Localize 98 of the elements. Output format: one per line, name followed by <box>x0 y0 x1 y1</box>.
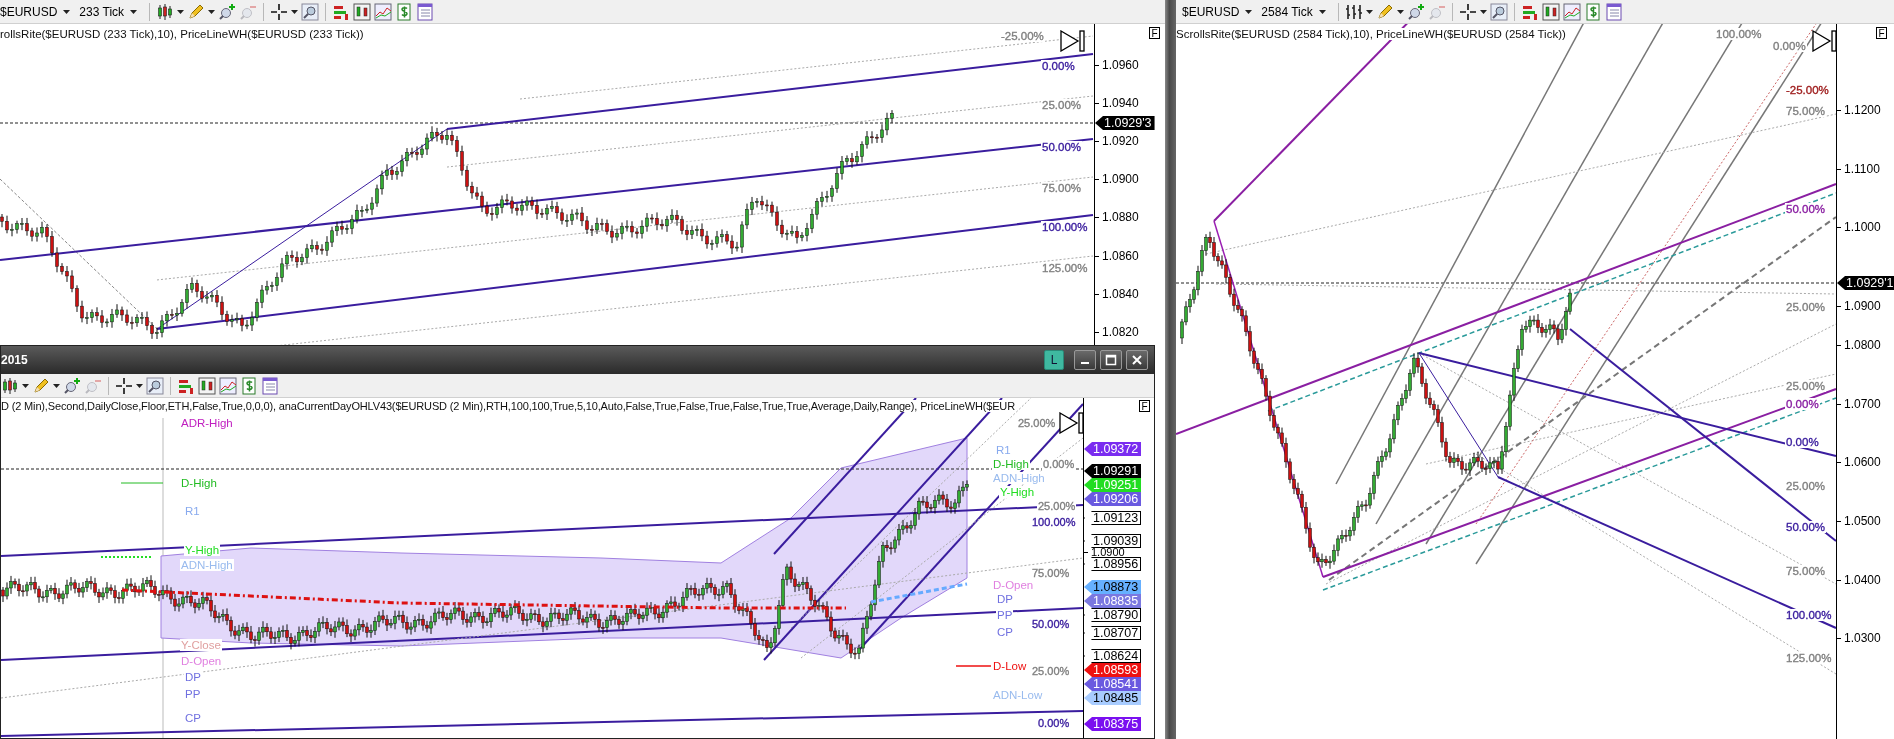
price-axis-label: 1.0900 <box>1083 546 1125 558</box>
level-label: R1 <box>184 505 201 517</box>
price-tag: 1.08541 <box>1084 677 1142 691</box>
fib-level-label: 25.00% <box>1785 301 1826 313</box>
price-axis-label: 1.0940 <box>1094 96 1139 111</box>
level-label: DP <box>184 671 202 683</box>
price-axis-label: 1.0400 <box>1836 572 1881 587</box>
level-label: DP <box>996 593 1014 605</box>
price-tag: 1.09039 <box>1084 534 1142 548</box>
fib-level-label: 25.00% <box>1037 500 1077 512</box>
fib-level-label: 75.00% <box>1041 182 1082 194</box>
level-label: D-Open <box>992 579 1035 591</box>
current-price-tag: 1.0929'1 <box>1837 276 1894 290</box>
fib-level-label: 50.00% <box>1785 203 1826 215</box>
price-axis-label: 1.0300 <box>1836 631 1881 646</box>
price-tag: 1.09372 <box>1084 442 1142 456</box>
fib-level-label: 50.00% <box>1031 618 1071 630</box>
fib-level-label: 0.00% <box>1037 717 1071 729</box>
interval-dropdown[interactable]: 2584 Tick <box>1261 1 1332 22</box>
fib-level-label: 75.00% <box>1785 105 1826 117</box>
fib-level-label: 100.00% <box>1041 221 1089 233</box>
level-label: PP <box>184 688 202 700</box>
price-tag: 1.08707 <box>1084 626 1142 640</box>
fib-level-label: 125.00% <box>1785 652 1833 664</box>
fib-level-label: 100.00% <box>1785 609 1833 621</box>
indicator-label: D (2 Min),Second,DailyClose,Floor,ETH,False,True,0,0,0), anaCurrentDayOHLV43($EURUSD (2 Min),RTH,100,100,True,5,10,Auto,False,True,False,True,False,True,True,Average,Daily,Range), PriceLineWH($EUR <box>1 400 1015 412</box>
level-label: Y-Close <box>180 639 222 651</box>
fib-level-label: 50.00% <box>1785 521 1826 533</box>
price-tag: 1.08790 <box>1084 608 1142 622</box>
fib-level-label: 0.00% <box>1042 458 1076 470</box>
level-label: R1 <box>995 444 1012 456</box>
fib-level-label: 0.00% <box>1041 60 1076 72</box>
price-axis-label: 1.0820 <box>1094 324 1139 339</box>
fib-level-label: 75.00% <box>1031 567 1071 579</box>
fib-level-label: 25.00% <box>1785 480 1826 492</box>
price-axis-label: 1.0880 <box>1094 210 1139 225</box>
level-label: ADN-Low <box>992 689 1044 701</box>
fib-level-label: -25.00% <box>1000 30 1045 42</box>
price-axis-label: 1.1200 <box>1836 103 1881 117</box>
price-axis-label: 1.0900 <box>1094 172 1139 187</box>
fib-level-label: 25.00% <box>1041 99 1082 111</box>
fib-level-label: 25.00% <box>1785 380 1826 392</box>
current-price-tag: 1.0929'3 <box>1095 116 1155 130</box>
indicator-label: ScrollsRite($EURUSD (2584 Tick),10), PriceLineWH($EURUSD (2584 Tick)) <box>1176 28 1566 40</box>
interval-dropdown[interactable]: 233 Tick <box>79 1 144 22</box>
indicator-label: rollsRite($EURUSD (233 Tick),10), PriceLineWH($EURUSD (233 Tick)) <box>0 28 364 40</box>
fib-level-label: 50.00% <box>1041 141 1082 153</box>
level-label: CP <box>996 626 1014 638</box>
fib-level-label: 100.00% <box>1715 28 1763 40</box>
price-axis-label: 1.0860 <box>1094 248 1139 263</box>
level-label: D-Open <box>180 655 223 667</box>
level-label: ADR-High <box>180 417 234 429</box>
price-tag: 1.08956 <box>1084 557 1142 571</box>
panel-button[interactable]: F <box>1876 27 1887 39</box>
price-axis-label: 1.1100 <box>1836 161 1880 176</box>
price-axis-label: 1.0920 <box>1094 134 1139 149</box>
price-axis-label: 1.0840 <box>1094 286 1139 301</box>
fib-level-label: 0.00% <box>1772 40 1807 52</box>
price-tag: 1.09251 <box>1084 478 1142 492</box>
level-label: D-Low <box>992 660 1028 672</box>
price-tag: 1.08485 <box>1084 691 1142 705</box>
level-label: CP <box>184 712 202 724</box>
instrument-dropdown[interactable]: $EURUSD <box>1182 1 1259 22</box>
price-tag: 1.09123 <box>1084 511 1142 525</box>
price-axis-label: 1.0500 <box>1836 513 1881 528</box>
price-tag: 1.09206 <box>1084 492 1142 506</box>
price-axis-label: 1.0960 <box>1094 58 1139 72</box>
fib-level-label: 25.00% <box>1017 417 1057 429</box>
price-axis-label: 1.0900 <box>1836 299 1881 314</box>
panel-button[interactable]: F <box>1149 27 1160 39</box>
level-label: ADN-High <box>992 472 1046 484</box>
price-axis-label: 1.1000 <box>1836 220 1881 235</box>
level-label: D-High <box>992 458 1030 470</box>
price-axis-label: 1.0600 <box>1836 455 1881 470</box>
level-label: ADN-High <box>180 559 234 571</box>
fib-level-label: 100.00% <box>1031 516 1077 528</box>
price-tag: 1.08375 <box>1084 717 1142 731</box>
price-axis-label: 1.0700 <box>1836 396 1881 411</box>
price-tag: 1.08624 <box>1084 649 1142 663</box>
instrument-dropdown[interactable]: $EURUSD <box>0 1 77 22</box>
price-tag: 1.08873 <box>1084 580 1142 594</box>
fib-level-label: -25.00% <box>1785 84 1830 96</box>
level-label: Y-High <box>184 544 221 556</box>
fib-level-label: 125.00% <box>1041 262 1089 274</box>
window-title: 2015 <box>1 353 29 367</box>
price-tag: 1.09291 <box>1084 464 1142 478</box>
price-axis-label: 1.0800 <box>1836 337 1881 352</box>
level-label: Y-High <box>999 486 1036 498</box>
price-tag: 1.08593 <box>1084 663 1142 677</box>
fib-level-label: 25.00% <box>1031 665 1071 677</box>
level-label: PP <box>996 609 1014 621</box>
fib-level-label: 0.00% <box>1785 398 1820 410</box>
fib-level-label: 75.00% <box>1785 565 1826 577</box>
layout-button[interactable]: L <box>1044 350 1064 370</box>
price-tag: 1.08835 <box>1084 594 1142 608</box>
fib-level-label: 0.00% <box>1785 436 1820 448</box>
panel-button[interactable]: F <box>1139 400 1150 412</box>
level-label: D-High <box>180 477 218 489</box>
